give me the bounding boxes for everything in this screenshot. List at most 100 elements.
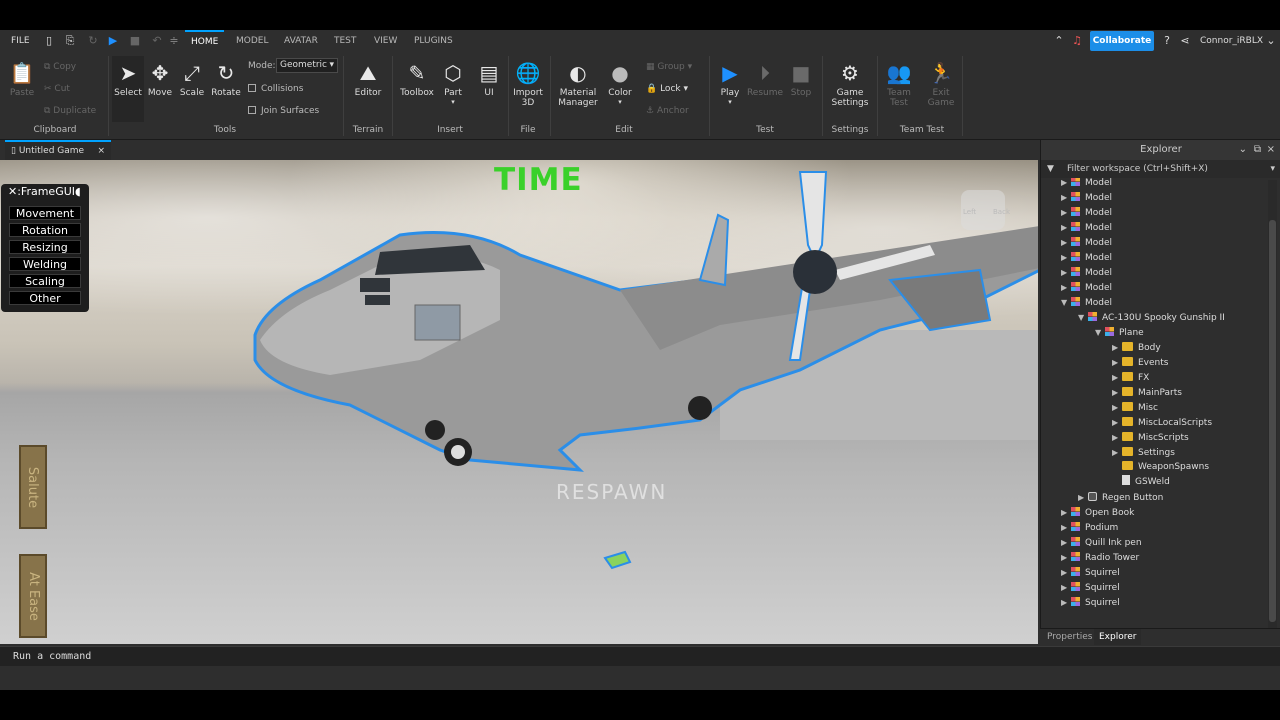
explorer-tree-item[interactable]: ▶ Model <box>1061 205 1112 220</box>
explorer-tree[interactable]: ▶ Model ▶ Model ▶ Model ▶ Model ▶ Model ▶ Model ▶ Mod… <box>1041 178 1269 626</box>
help-icon[interactable]: ? <box>1160 34 1174 48</box>
explorer-tree-item[interactable]: ▼ AC-130U Spooky Gunship II <box>1078 310 1225 325</box>
explorer-tree-item[interactable]: ▶ MiscScripts <box>1112 430 1189 445</box>
3d-viewport[interactable]: TIME RESPAWN Left Back ✕:FrameGUI◖ Movem… <box>0 160 1038 644</box>
expand-arrow-icon[interactable]: ▶ <box>1061 250 1071 265</box>
expand-arrow-icon[interactable]: ▶ <box>1112 355 1122 370</box>
redo-icon[interactable]: ↻ <box>86 34 100 48</box>
salute-button[interactable]: Salute <box>19 445 47 529</box>
tab-properties[interactable]: Properties <box>1042 629 1097 645</box>
expand-arrow-icon[interactable]: ▶ <box>1112 370 1122 385</box>
expand-arrow-icon[interactable]: ▶ <box>1061 565 1071 580</box>
explorer-scrollbar[interactable] <box>1268 180 1277 630</box>
explorer-tree-item[interactable]: ▶ Radio Tower <box>1061 550 1139 565</box>
explorer-tree-item[interactable]: ▶ Settings <box>1112 445 1175 460</box>
explorer-tree-item[interactable]: ▶ Events <box>1112 355 1168 370</box>
expand-arrow-icon[interactable]: ▶ <box>1061 280 1071 295</box>
share-icon[interactable]: ⋖ <box>1178 34 1192 48</box>
stop-quick-icon[interactable]: ■ <box>128 34 142 48</box>
tab-home[interactable]: HOME <box>185 30 225 52</box>
terrain-editor-button[interactable]: ⛰ Editor <box>350 60 386 98</box>
play-quick-icon[interactable]: ▶ <box>106 34 120 48</box>
ui-button[interactable]: ▤ UI <box>474 60 504 98</box>
explorer-tree-item[interactable]: WeaponSpawns <box>1112 460 1209 475</box>
other-button[interactable]: Other <box>9 291 81 305</box>
explorer-tree-item[interactable]: ▶ Model <box>1061 250 1112 265</box>
group-button[interactable]: ▦ Group ▾ <box>646 62 692 72</box>
collisions-checkbox[interactable]: Collisions <box>248 84 303 94</box>
expand-arrow-icon[interactable]: ▶ <box>1061 178 1071 190</box>
new-file-icon[interactable]: ▯ <box>42 34 56 48</box>
expand-arrow-icon[interactable]: ▶ <box>1112 385 1122 400</box>
document-tab[interactable]: ▯ Untitled Game × <box>5 140 111 160</box>
explorer-tree-item[interactable]: ▶ Model <box>1061 220 1112 235</box>
collapse-ribbon-icon[interactable]: ⌃ <box>1052 34 1066 48</box>
join-surfaces-checkbox[interactable]: Join Surfaces <box>248 106 319 116</box>
command-input[interactable]: Run a command <box>13 651 91 662</box>
explorer-tree-item[interactable]: ▶ Squirrel <box>1061 595 1120 610</box>
explorer-tree-item[interactable]: ▶ Model <box>1061 265 1112 280</box>
aircraft-model[interactable] <box>0 160 1038 644</box>
chevron-down-icon[interactable]: ⌄ <box>1239 140 1247 160</box>
collapse-arrow-icon[interactable]: ▼ <box>1095 325 1105 340</box>
command-bar[interactable]: Run a command <box>0 646 1280 666</box>
move-button[interactable]: ✥ Move <box>145 60 175 98</box>
part-button[interactable]: ⬡ Part ▾ <box>438 60 468 106</box>
game-settings-button[interactable]: ⚙ Game Settings <box>826 60 874 108</box>
material-manager-button[interactable]: ◐ Material Manager <box>555 60 601 108</box>
import-3d-button[interactable]: 🌐 Import 3D <box>511 60 545 108</box>
team-test-button[interactable]: 👥 Team Test <box>882 60 916 108</box>
explorer-filter-input[interactable]: ▼ Filter workspace (Ctrl+Shift+X) ▾ <box>1041 160 1280 178</box>
play-button[interactable]: ▶ Play ▾ <box>714 60 746 106</box>
rotation-button[interactable]: Rotation <box>9 223 81 237</box>
chevron-down-icon[interactable]: ⌄ <box>1264 34 1278 48</box>
expand-arrow-icon[interactable]: ▶ <box>1061 265 1071 280</box>
movement-button[interactable]: Movement <box>9 206 81 220</box>
explorer-tree-item[interactable]: ▼ Model <box>1061 295 1112 310</box>
collapse-arrow-icon[interactable]: ▼ <box>1078 310 1088 325</box>
duplicate-button[interactable]: ⧉ Duplicate <box>44 106 96 116</box>
stop-button[interactable]: ■ Stop <box>786 60 816 98</box>
explorer-tree-item[interactable]: ▶ Regen Button <box>1078 490 1163 505</box>
username[interactable]: Connor_iRBLX <box>1200 36 1263 46</box>
expand-arrow-icon[interactable]: ▶ <box>1112 340 1122 355</box>
tab-plugins[interactable]: PLUGINS <box>408 30 459 52</box>
open-file-icon[interactable]: ⎘ <box>63 34 77 48</box>
scaling-button[interactable]: Scaling <box>9 274 81 288</box>
explorer-tree-item[interactable]: ▶ Body <box>1112 340 1161 355</box>
close-icon[interactable]: × <box>97 142 105 160</box>
explorer-tree-item[interactable]: ▶ Model <box>1061 178 1112 190</box>
view-cube[interactable]: Left Back <box>955 188 1011 236</box>
explorer-tree-item[interactable]: ▶ Squirrel <box>1061 580 1120 595</box>
explorer-tree-item[interactable]: ▶ Model <box>1061 235 1112 250</box>
explorer-tree-item[interactable]: ▶ Misc <box>1112 400 1158 415</box>
scale-button[interactable]: ⤢ Scale <box>177 60 207 98</box>
expand-arrow-icon[interactable]: ▶ <box>1112 445 1122 460</box>
notification-icon[interactable]: ♫ <box>1070 34 1084 48</box>
scroll-thumb[interactable] <box>1269 220 1276 622</box>
rotate-button[interactable]: ↻ Rotate <box>210 60 242 98</box>
explorer-tree-item[interactable]: ▶ FX <box>1112 370 1149 385</box>
expand-arrow-icon[interactable]: ▶ <box>1061 220 1071 235</box>
explorer-tree-item[interactable]: ▶ Squirrel <box>1061 565 1120 580</box>
expand-arrow-icon[interactable]: ▶ <box>1061 595 1071 610</box>
expand-arrow-icon[interactable]: ▶ <box>1112 430 1122 445</box>
toolbox-button[interactable]: ✎ Toolbox <box>398 60 436 98</box>
explorer-tree-item[interactable]: ▼ Plane <box>1095 325 1144 340</box>
tab-view[interactable]: VIEW <box>368 30 403 52</box>
expand-arrow-icon[interactable]: ▶ <box>1061 535 1071 550</box>
explorer-tree-item[interactable]: ▶ Model <box>1061 190 1112 205</box>
expand-arrow-icon[interactable]: ▶ <box>1061 205 1071 220</box>
chevron-down-icon[interactable]: ▾ <box>1270 160 1275 178</box>
expand-arrow-icon[interactable]: ▶ <box>1061 505 1071 520</box>
explorer-tree-item[interactable]: ▶ Quill Ink pen <box>1061 535 1142 550</box>
explorer-tree-item[interactable]: ▶ MiscLocalScripts <box>1112 415 1212 430</box>
explorer-tree-item[interactable]: ▶ Model <box>1061 280 1112 295</box>
collapse-arrow-icon[interactable]: ▼ <box>1061 295 1071 310</box>
expand-arrow-icon[interactable]: ▶ <box>1061 235 1071 250</box>
tab-explorer[interactable]: Explorer <box>1094 629 1142 645</box>
expand-arrow-icon[interactable]: ▶ <box>1112 400 1122 415</box>
welding-button[interactable]: Welding <box>9 257 81 271</box>
exit-game-button[interactable]: 🏃 Exit Game <box>924 60 958 108</box>
file-menu[interactable]: FILE <box>11 36 30 46</box>
